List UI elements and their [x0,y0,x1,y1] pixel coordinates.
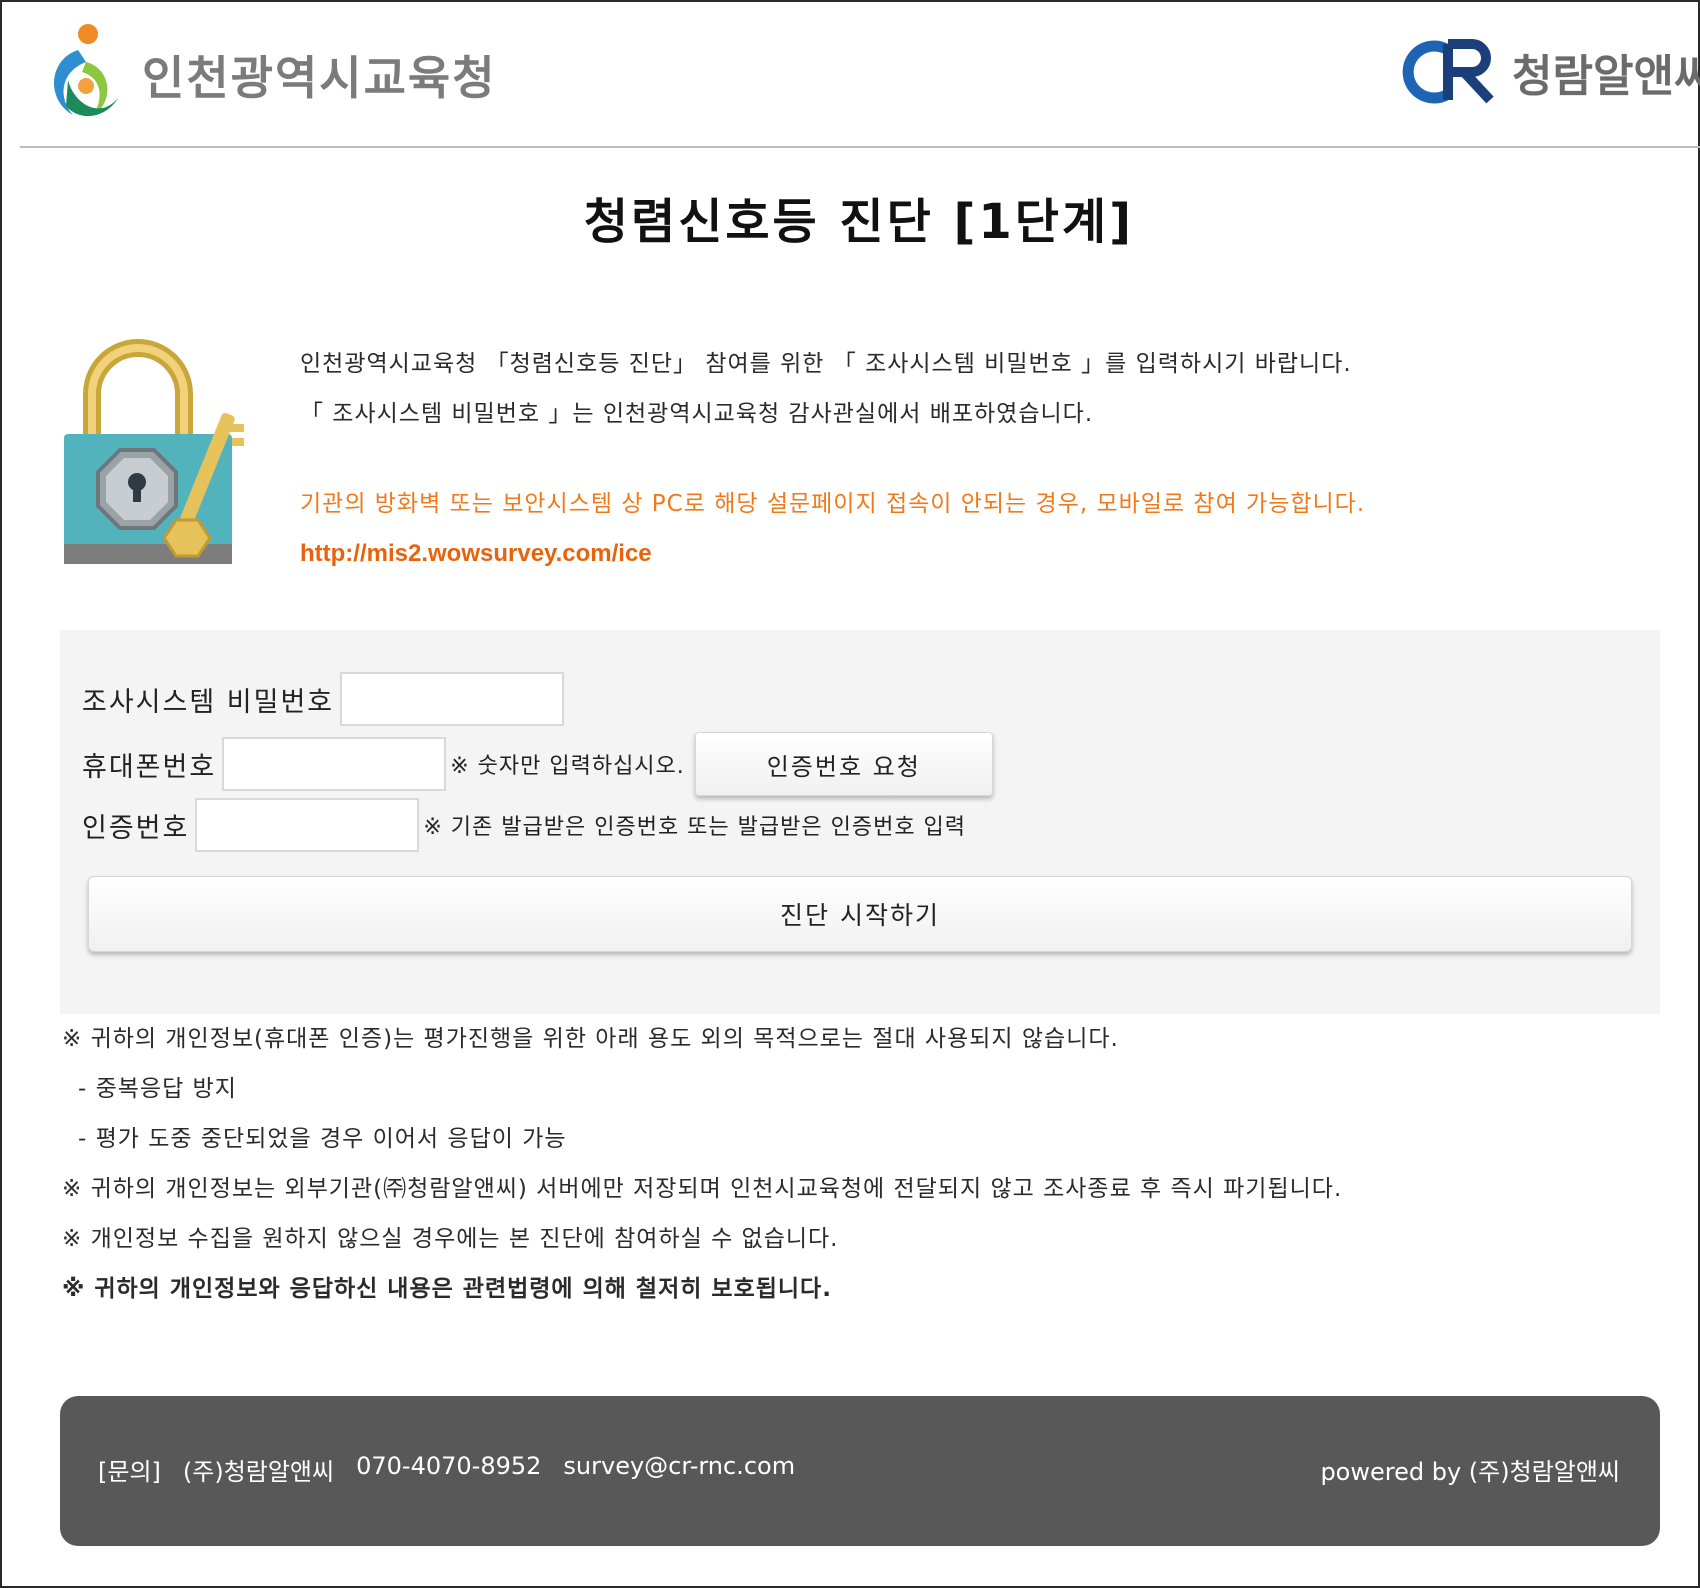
phone-label: 휴대폰번호 [82,751,217,783]
phone-row: 휴대폰번호 ※ 숫자만 입력하십시오. 인증번호 요청 [82,732,993,796]
footer-phone: 070-4070-8952 [356,1452,542,1480]
cr-company-logo: 청람알앤씨 [1398,32,1700,112]
privacy-notice-1: ※ 귀하의 개인정보(휴대폰 인증)는 평가진행을 위한 아래 용도 외의 목적… [62,1026,1119,1052]
footer-inquiry-label: [문의] [98,1458,161,1486]
intro-line-2: 「 조사시스템 비밀번호 」는 인천광역시교육청 감사관실에서 배포하였습니다. [300,401,1094,427]
auth-form-panel: 조사시스템 비밀번호 휴대폰번호 ※ 숫자만 입력하십시오. 인증번호 요청 인… [60,630,1660,1014]
cr-logo-icon [1402,39,1494,104]
start-diagnosis-button[interactable]: 진단 시작하기 [88,876,1632,952]
footer-company: (주)청람알앤씨 [182,1458,335,1486]
intro-text: 인천광역시교육청 「청렴신호등 진단」 참여를 위한 「 조사시스템 비밀번호 … [300,346,1680,586]
privacy-notice-2: ※ 귀하의 개인정보는 외부기관(㈜청람알앤씨) 서버에만 저장되며 인천시교육… [62,1176,1343,1202]
auth-code-label: 인증번호 [82,812,190,844]
privacy-notice-sub-1: - 중복응답 방지 [78,1076,237,1102]
padlock-key-icon [64,339,244,564]
incheon-emblem-icon [54,24,118,117]
page-title: 청렴신호등 진단 [1단계] [583,194,1135,250]
privacy-notice-sub-2: - 평가 도중 중단되었을 경우 이어서 응답이 가능 [78,1126,567,1152]
intro-line-1: 인천광역시교육청 「청렴신호등 진단」 참여를 위한 「 조사시스템 비밀번호 … [300,351,1352,377]
request-auth-code-button[interactable]: 인증번호 요청 [694,732,993,796]
footer: [문의] (주)청람알앤씨 070-4070-8952 survey@cr-rn… [60,1396,1660,1546]
auth-code-row: 인증번호 ※ 기존 발급받은 인증번호 또는 발급받은 인증번호 입력 [82,798,966,852]
org-name: 인천광역시교육청 [142,51,497,105]
auth-code-input[interactable] [195,798,420,852]
incheon-education-logo: 인천광역시교육청 [38,20,497,130]
privacy-notices: ※ 귀하의 개인정보(휴대폰 인증)는 평가진행을 위한 아래 용도 외의 목적… [62,1014,1662,1314]
password-input[interactable] [340,672,565,726]
auth-code-hint: ※ 기존 발급받은 인증번호 또는 발급받은 인증번호 입력 [423,815,967,840]
footer-email[interactable]: survey@cr-rnc.com [563,1452,795,1487]
mobile-survey-link[interactable]: http://mis2.wowsurvey.com/ice [300,536,1680,586]
phone-input[interactable] [222,737,447,791]
company-name: 청람알앤씨 [1512,51,1700,102]
privacy-notice-3: ※ 개인정보 수집을 원하지 않으실 경우에는 본 진단에 참여하실 수 없습니… [62,1226,839,1252]
password-row: 조사시스템 비밀번호 [82,672,565,726]
firewall-warning: 기관의 방화벽 또는 보안시스템 상 PC로 해당 설문페이지 접속이 안되는 … [300,491,1366,517]
footer-powered-by: powered by (주)청람알앤씨 [1320,1458,1620,1486]
phone-hint: ※ 숫자만 입력하십시오. [450,754,685,779]
footer-contact: [문의] (주)청람알앤씨 070-4070-8952 survey@cr-rn… [98,1452,795,1487]
page-frame: 인천광역시교육청 청람알앤씨 청렴신호등 진단 [1단계] 인천광역시교육청 「… [0,0,1700,1588]
privacy-notice-4: ※ 귀하의 개인정보와 응답하신 내용은 관련법령에 의해 철저히 보호됩니다. [62,1276,832,1302]
header: 인천광역시교육청 청람알앤씨 [20,2,1700,148]
password-label: 조사시스템 비밀번호 [82,686,335,718]
